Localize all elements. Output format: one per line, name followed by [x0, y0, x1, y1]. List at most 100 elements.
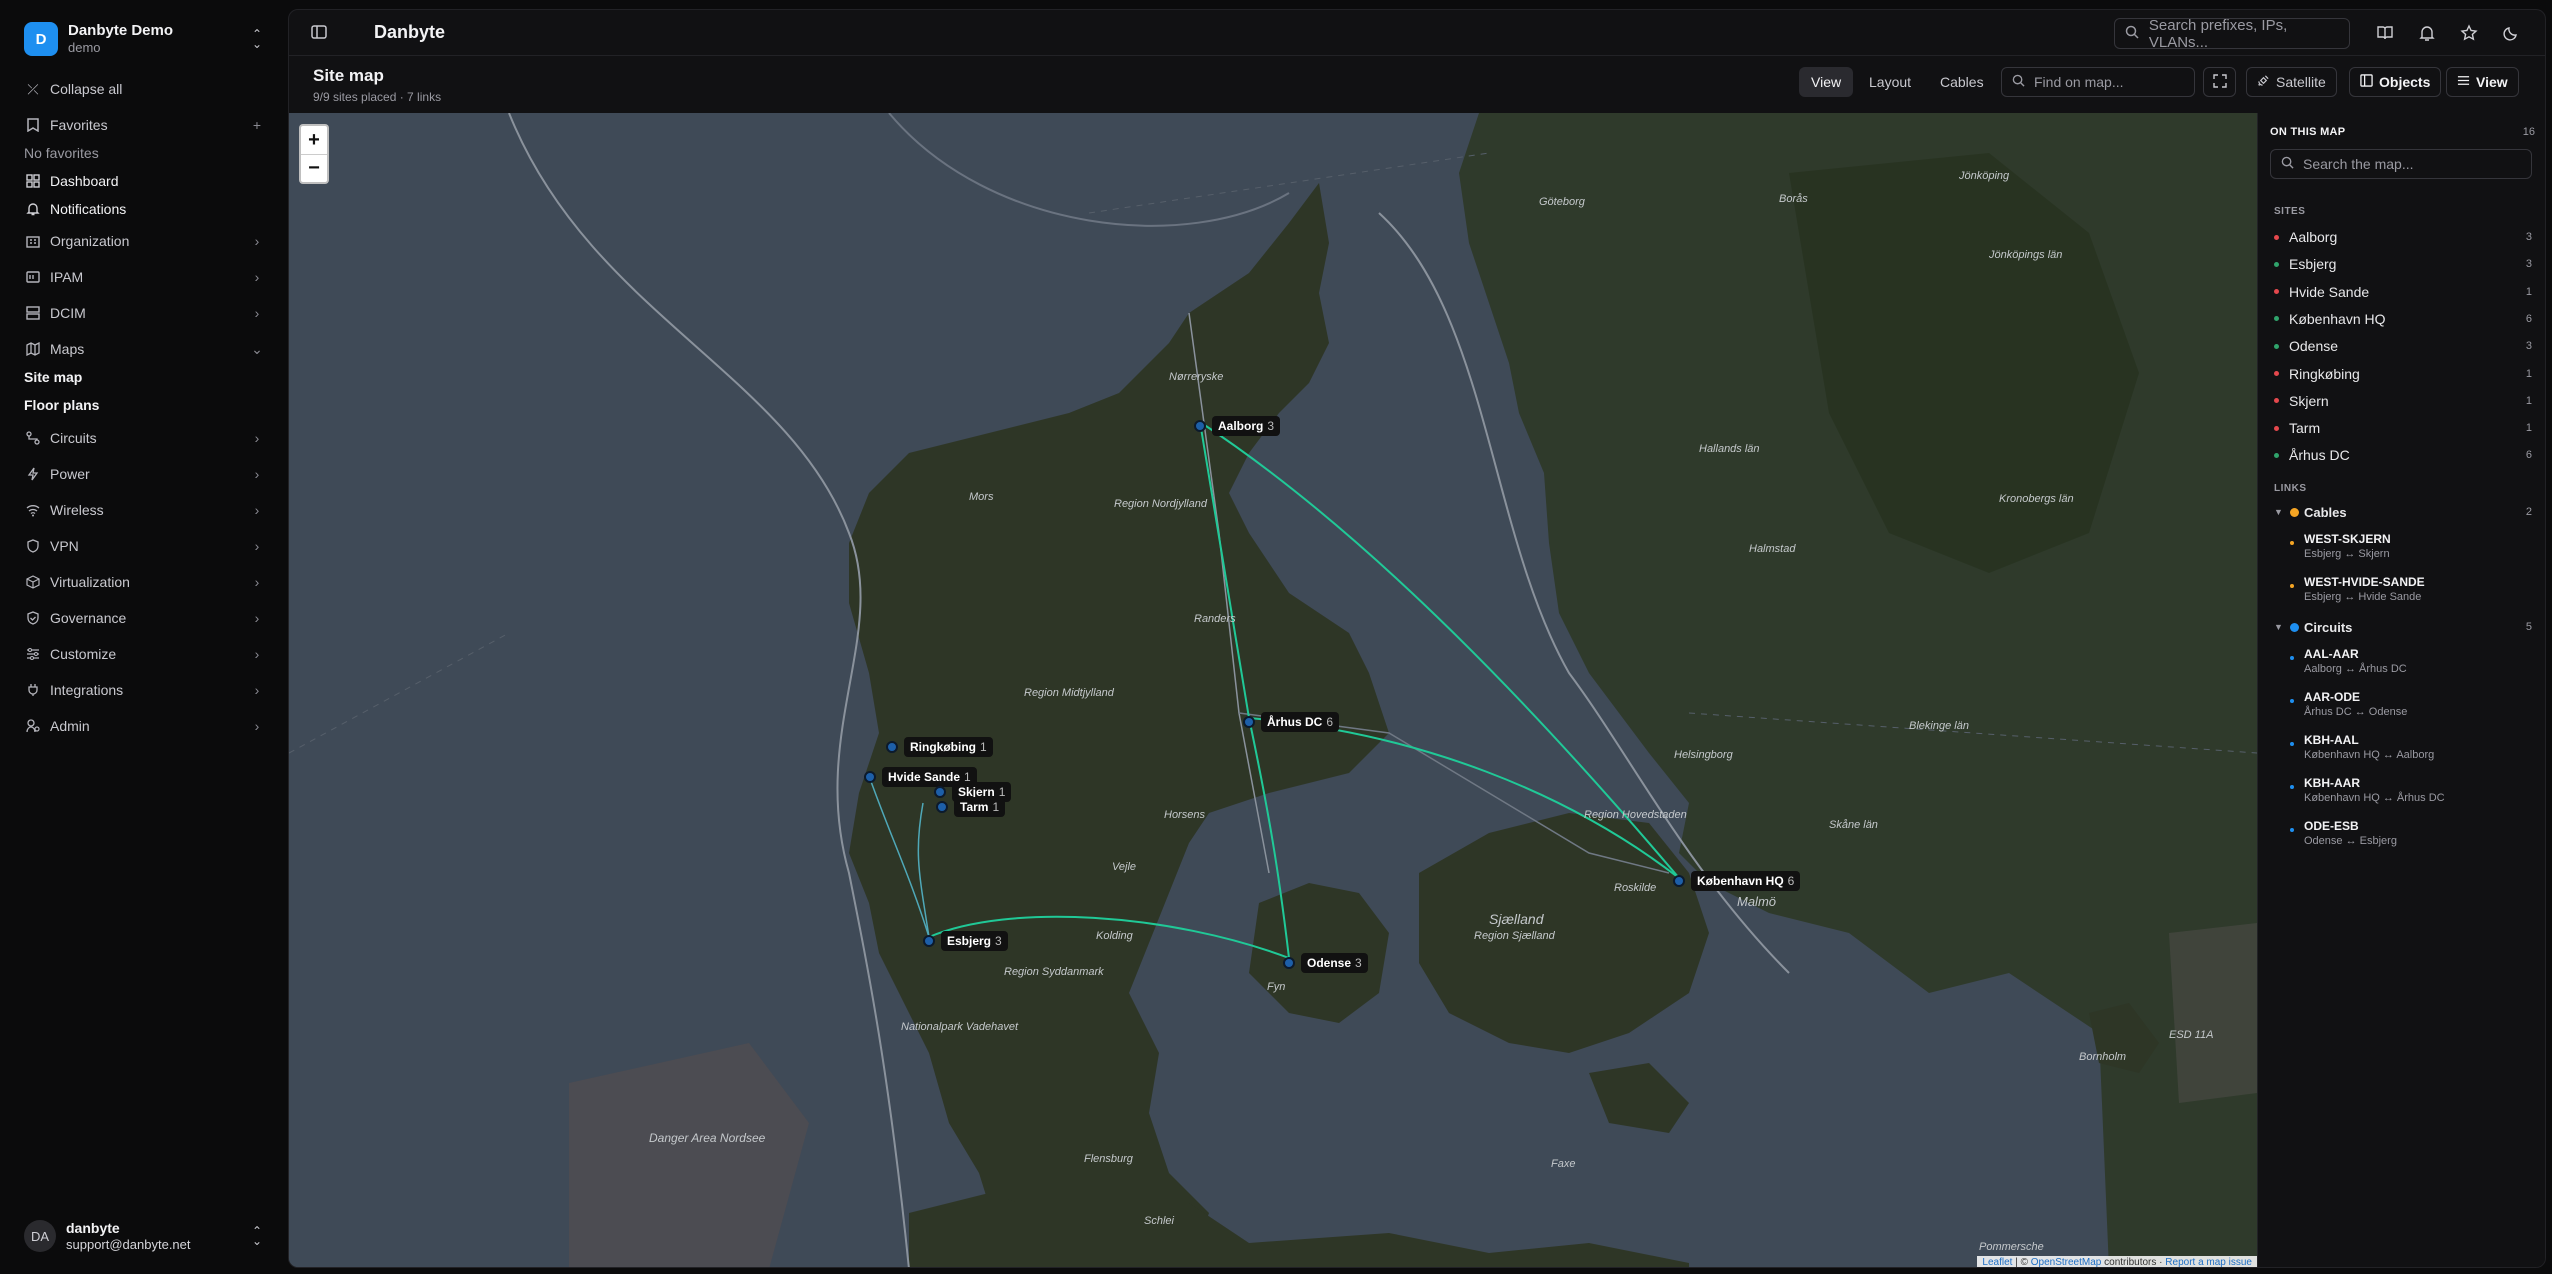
- workspace-switcher[interactable]: D Danbyte Demo demo ⌃ ⌄: [24, 20, 264, 58]
- sidebar-item-admin[interactable]: Admin ›: [24, 711, 264, 741]
- panel-search-input[interactable]: Search the map...: [2270, 149, 2532, 179]
- marker-label: Århus DC: [1267, 715, 1323, 729]
- circuits-icon: [24, 429, 42, 447]
- leaflet-link[interactable]: Leaflet: [1982, 1257, 2012, 1267]
- sidebar-item-vpn[interactable]: VPN ›: [24, 531, 264, 561]
- link-list-item[interactable]: AAL-AAR Aalborg ↔ Århus DC: [2290, 646, 2530, 676]
- tab-layout[interactable]: Layout: [1857, 67, 1923, 97]
- site-status-dot: [2274, 425, 2279, 431]
- collapse-all-button[interactable]: ⤫ Collapse all: [24, 74, 264, 104]
- map-label: Halmstad: [1749, 543, 1796, 555]
- chevron-right-icon: ›: [254, 430, 260, 446]
- sidebar-toggle-icon[interactable]: [309, 22, 331, 44]
- sidebar-item-customize[interactable]: Customize ›: [24, 639, 264, 669]
- panel-count: 16: [2522, 126, 2535, 138]
- site-list-item[interactable]: Hvide Sande 1: [2274, 282, 2532, 302]
- sidebar-item-circuits[interactable]: Circuits ›: [24, 423, 264, 453]
- shield-icon: [24, 537, 42, 555]
- fullscreen-button[interactable]: [2203, 67, 2236, 97]
- link-list-item[interactable]: KBH-AAL København HQ ↔ Aalborg: [2290, 732, 2530, 762]
- sidebar-item-notifications[interactable]: Notifications: [24, 194, 264, 224]
- star-icon[interactable]: [2458, 22, 2480, 44]
- tab-view[interactable]: View: [1799, 67, 1854, 97]
- panel-search-placeholder: Search the map...: [2303, 156, 2414, 172]
- site-map[interactable]: + − Göteborg Borås Jönköping Jönköpings …: [289, 113, 2257, 1268]
- sidebar-item-virtualization[interactable]: Virtualization ›: [24, 567, 264, 597]
- site-list-item[interactable]: København HQ 6: [2274, 309, 2532, 329]
- integrations-label: Integrations: [50, 682, 124, 698]
- marker-label: Aalborg: [1218, 419, 1264, 433]
- site-marker-odense[interactable]: Odense 3: [1283, 953, 1368, 973]
- marker-label: Tarm: [960, 800, 989, 814]
- sidebar-item-site-map[interactable]: Site map: [24, 369, 82, 385]
- global-search-input[interactable]: Search prefixes, IPs, VLANs...: [2114, 17, 2350, 51]
- site-marker-aarhus-dc[interactable]: Århus DC 6: [1243, 712, 1340, 732]
- marker-count: 6: [1787, 874, 1795, 888]
- link-list-item[interactable]: WEST-HVIDE-SANDE Esbjerg ↔ Hvide Sande: [2290, 574, 2530, 604]
- avatar: DA: [24, 1220, 56, 1252]
- map-label: Jönköping: [1959, 170, 2010, 182]
- bell-icon[interactable]: [2416, 22, 2438, 44]
- site-list-item[interactable]: Ringkøbing 1: [2274, 364, 2532, 384]
- site-list-item[interactable]: Aalborg 3: [2274, 227, 2532, 247]
- plus-icon[interactable]: +: [250, 117, 264, 133]
- zoom-out-button[interactable]: −: [301, 154, 327, 182]
- marker-pin: [923, 935, 935, 947]
- view-options-button[interactable]: View: [2446, 67, 2519, 97]
- link-list-item[interactable]: WEST-SKJERN Esbjerg ↔ Skjern: [2290, 531, 2530, 561]
- site-list-item[interactable]: Tarm 1: [2274, 418, 2532, 438]
- chevron-right-icon: ›: [254, 718, 260, 734]
- osm-link[interactable]: OpenStreetMap: [2031, 1257, 2102, 1267]
- marker-label: Esbjerg: [947, 934, 992, 948]
- link-list-item[interactable]: AAR-ODE Århus DC ↔ Odense: [2290, 689, 2530, 719]
- site-list-item[interactable]: Esbjerg 3: [2274, 254, 2532, 274]
- find-on-map-input[interactable]: Find on map...: [2001, 67, 2195, 97]
- sidebar-item-governance[interactable]: Governance ›: [24, 603, 264, 633]
- sidebar-item-floor-plans[interactable]: Floor plans: [24, 397, 99, 413]
- map-label: Nørreryske: [1169, 371, 1224, 383]
- sidebar-item-integrations[interactable]: Integrations ›: [24, 675, 264, 705]
- site-marker-kobenhavn-hq[interactable]: København HQ 6: [1673, 871, 1801, 891]
- admin-label: Admin: [50, 718, 90, 734]
- site-list-item[interactable]: Skjern 1: [2274, 391, 2532, 411]
- chevron-right-icon: ›: [254, 233, 260, 249]
- satellite-icon: [2257, 74, 2270, 90]
- site-marker-tarm[interactable]: Tarm 1: [936, 797, 1006, 817]
- map-label: Faxe: [1551, 1158, 1576, 1170]
- sidebar-item-wireless[interactable]: Wireless ›: [24, 495, 264, 525]
- site-list-item[interactable]: Odense 3: [2274, 336, 2532, 356]
- link-endpoints: Aalborg ↔ Århus DC: [2304, 663, 2407, 675]
- sidebar-item-ipam[interactable]: IPAM ›: [24, 262, 264, 292]
- app: D Danbyte Demo demo ⌃ ⌄ ⤫ Collapse all Fa…: [0, 0, 2552, 1274]
- favorites-header[interactable]: Favorites +: [24, 110, 264, 140]
- contributors-text: contributors: [2104, 1257, 2157, 1268]
- zoom-in-button[interactable]: +: [301, 126, 327, 154]
- circuits-group[interactable]: ▼ Circuits 5: [2274, 617, 2532, 637]
- map-label: Sjælland: [1489, 911, 1544, 927]
- sidebar-item-maps[interactable]: Maps ⌄: [24, 334, 264, 364]
- site-marker-ringkobing[interactable]: Ringkøbing 1: [886, 737, 993, 757]
- user-menu[interactable]: DA danbyte support@danbyte.net ⌃ ⌄: [24, 1216, 264, 1256]
- link-list-item[interactable]: ODE-ESB Odense ↔ Esbjerg: [2290, 818, 2530, 848]
- objects-button[interactable]: Objects: [2349, 67, 2442, 97]
- sidebar-item-power[interactable]: Power ›: [24, 459, 264, 489]
- dashboard-icon: [24, 172, 42, 190]
- sidebar-item-organization[interactable]: Organization ›: [24, 226, 264, 256]
- sidebar-item-dcim[interactable]: DCIM ›: [24, 298, 264, 328]
- tab-cables[interactable]: Cables: [1928, 67, 1996, 97]
- satellite-button[interactable]: Satellite: [2246, 67, 2337, 97]
- link-list-item[interactable]: KBH-AAR København HQ ↔ Århus DC: [2290, 775, 2530, 805]
- site-marker-esbjerg[interactable]: Esbjerg 3: [923, 931, 1008, 951]
- moon-icon[interactable]: [2500, 22, 2522, 44]
- cables-group[interactable]: ▼ Cables 2: [2274, 502, 2532, 522]
- site-list-item[interactable]: Århus DC 6: [2274, 445, 2532, 465]
- link-name: AAR-ODE: [2304, 690, 2360, 704]
- book-icon[interactable]: [2374, 22, 2396, 44]
- panel-title: ON THIS MAP: [2270, 126, 2346, 138]
- site-marker-aalborg[interactable]: Aalborg 3: [1194, 416, 1281, 436]
- server-icon: [24, 304, 42, 322]
- report-map-issue-link[interactable]: Report a map issue: [2165, 1257, 2252, 1267]
- sidebar-item-dashboard[interactable]: Dashboard: [24, 166, 264, 196]
- site-count: 6: [2525, 449, 2532, 462]
- site-count: 1: [2525, 394, 2532, 407]
